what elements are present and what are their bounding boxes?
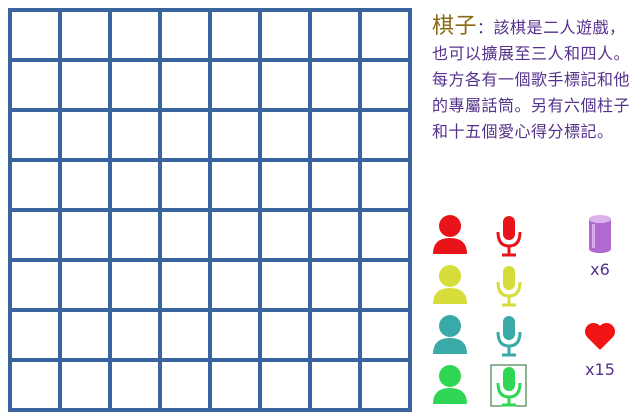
microphone-token-green[interactable]	[490, 364, 528, 408]
board-cell[interactable]	[62, 162, 108, 208]
pillar-count: x6	[590, 260, 610, 279]
microphone-token-red[interactable]	[494, 214, 524, 258]
board-cell[interactable]	[262, 162, 308, 208]
board-cell[interactable]	[112, 312, 158, 358]
board-cell[interactable]	[212, 162, 258, 208]
board-cell[interactable]	[162, 262, 208, 308]
board-cell[interactable]	[212, 262, 258, 308]
heart-count: x15	[585, 360, 615, 379]
board-cell[interactable]	[262, 262, 308, 308]
board-cell[interactable]	[312, 312, 358, 358]
board-cell[interactable]	[212, 112, 258, 158]
piece-description: 棋子：該棋是二人遊戲，也可以擴展至三人和四人。每方各有一個歌手標記和他的專屬話筒…	[432, 14, 632, 145]
singer-token-green[interactable]	[430, 364, 470, 406]
board-cell[interactable]	[212, 362, 258, 408]
microphone-token-teal[interactable]	[494, 314, 524, 358]
board-cell[interactable]	[212, 62, 258, 108]
board-cell[interactable]	[162, 212, 208, 258]
microphone-token-yellow[interactable]	[494, 264, 524, 308]
board-cell[interactable]	[162, 112, 208, 158]
board-cell[interactable]	[262, 212, 308, 258]
board-cell[interactable]	[212, 312, 258, 358]
board-cell[interactable]	[62, 112, 108, 158]
board-cell[interactable]	[12, 262, 58, 308]
board-cell[interactable]	[62, 12, 108, 58]
board-cell[interactable]	[112, 162, 158, 208]
board-cell[interactable]	[162, 362, 208, 408]
board-cell[interactable]	[362, 112, 408, 158]
board-cell[interactable]	[12, 112, 58, 158]
board-cell[interactable]	[62, 62, 108, 108]
board-cell[interactable]	[112, 12, 158, 58]
board-cell[interactable]	[112, 62, 158, 108]
board-cell[interactable]	[262, 112, 308, 158]
board-cell[interactable]	[312, 112, 358, 158]
board-cell[interactable]	[12, 212, 58, 258]
board-cell[interactable]	[362, 212, 408, 258]
board-cell[interactable]	[112, 262, 158, 308]
board-cell[interactable]	[62, 262, 108, 308]
pillar-token[interactable]	[586, 212, 614, 256]
board-cell[interactable]	[12, 12, 58, 58]
board-cell[interactable]	[112, 362, 158, 408]
board-cell[interactable]	[212, 12, 258, 58]
board-cell[interactable]	[112, 212, 158, 258]
board-cell[interactable]	[262, 62, 308, 108]
board-cell[interactable]	[312, 212, 358, 258]
board-cell[interactable]	[262, 12, 308, 58]
board-cell[interactable]	[162, 12, 208, 58]
board-cell[interactable]	[162, 312, 208, 358]
singer-token-yellow[interactable]	[430, 264, 470, 306]
board-cell[interactable]	[262, 362, 308, 408]
board-cell[interactable]	[62, 312, 108, 358]
board-cell[interactable]	[362, 62, 408, 108]
board-cell[interactable]	[362, 162, 408, 208]
board-cell[interactable]	[12, 362, 58, 408]
board-cell[interactable]	[162, 62, 208, 108]
singer-token-red[interactable]	[430, 214, 470, 256]
board-cell[interactable]	[62, 362, 108, 408]
description-separator: ：	[477, 18, 494, 37]
board-cell[interactable]	[12, 312, 58, 358]
board-cell[interactable]	[112, 112, 158, 158]
board-cell[interactable]	[312, 362, 358, 408]
board-cell[interactable]	[362, 262, 408, 308]
board-cell[interactable]	[312, 12, 358, 58]
board-cell[interactable]	[212, 212, 258, 258]
heart-icon[interactable]	[583, 320, 617, 352]
board-cell[interactable]	[362, 12, 408, 58]
board-cell[interactable]	[312, 262, 358, 308]
description-title: 棋子	[432, 14, 478, 39]
board-cell[interactable]	[12, 162, 58, 208]
board-cell[interactable]	[12, 62, 58, 108]
board-cell[interactable]	[362, 362, 408, 408]
board-cell[interactable]	[362, 312, 408, 358]
game-board[interactable]	[8, 8, 412, 412]
board-cell[interactable]	[162, 162, 208, 208]
board-cell[interactable]	[262, 312, 308, 358]
singer-token-teal[interactable]	[430, 314, 470, 356]
board-cell[interactable]	[312, 162, 358, 208]
board-cell[interactable]	[312, 62, 358, 108]
board-cell[interactable]	[62, 212, 108, 258]
